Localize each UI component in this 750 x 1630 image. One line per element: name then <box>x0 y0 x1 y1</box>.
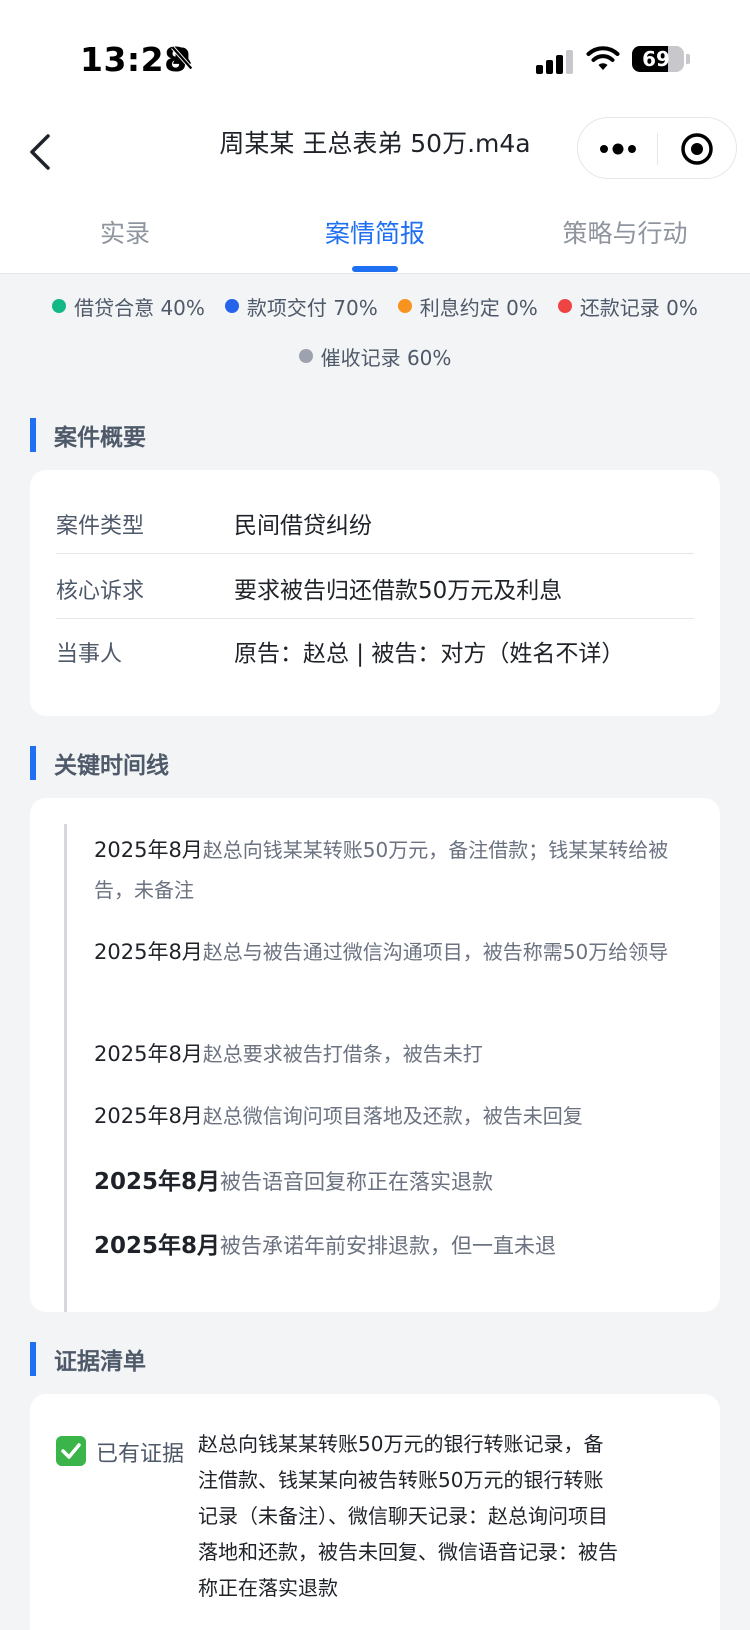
battery-level: 69 <box>642 47 670 71</box>
legend-label: 借贷合意 40% <box>74 295 205 320</box>
legend-item: 利息约定 0% <box>397 292 538 321</box>
section-overview-heading: 案件概要 <box>30 418 146 452</box>
timeline-item: 2025年8月赵总微信询问项目落地及还款，被告未回复 <box>94 1096 674 1136</box>
tab-case-brief[interactable]: 案情简报 <box>250 214 500 250</box>
progress-legend: 借贷合意 40% 款项交付 70% 利息约定 0% 还款记录 0% 催收记录 6… <box>0 292 750 370</box>
battery-nub <box>686 54 690 64</box>
capsule-divider <box>657 133 658 165</box>
legend-label: 催收记录 60% <box>320 345 452 370</box>
tab-indicator <box>352 266 398 272</box>
legend-item: 还款记录 0% <box>557 292 698 321</box>
timeline-item: 2025年8月赵总与被告通过微信沟通项目，被告称需50万给领导 <box>94 932 674 972</box>
section-timeline-heading: 关键时间线 <box>30 746 169 780</box>
legend-dot <box>52 299 67 313</box>
timeline-text: 被告承诺年前安排退款，但一直未退 <box>220 1234 557 1258</box>
legend-dot <box>298 349 313 363</box>
tab-transcript[interactable]: 实录 <box>0 214 250 250</box>
timeline-date: 2025年8月 <box>94 1104 203 1128</box>
overview-card: 案件类型 民间借贷纠纷 核心诉求 要求被告归还借款50万元及利息 当事人 原告：… <box>30 470 720 716</box>
timeline-date: 2025年8月 <box>94 1233 221 1259</box>
tab-strategy[interactable]: 策略与行动 <box>500 214 750 250</box>
signal-icon <box>536 50 573 74</box>
legend-item: 借贷合意 40% <box>52 292 205 321</box>
tab-bar: 实录 案情简报 策略与行动 <box>0 198 750 274</box>
legend-item: 催收记录 60% <box>298 342 452 371</box>
nav-header: 周某某 王总表弟 50万.m4a <box>0 110 750 198</box>
section-title: 关键时间线 <box>54 753 169 779</box>
battery-icon: 69 <box>632 46 684 72</box>
overview-value: 原告：赵总 | 被告：对方（姓名不详） <box>234 641 625 667</box>
overview-label: 案件类型 <box>56 514 145 539</box>
timeline-text: 赵总要求被告打借条，被告未打 <box>202 1042 483 1066</box>
evidence-label: 已有证据 <box>96 1442 185 1467</box>
legend-label: 款项交付 70% <box>246 295 378 320</box>
page-title: 周某某 王总表弟 50万.m4a <box>219 129 531 158</box>
overview-row: 核心诉求 要求被告归还借款50万元及利息 <box>56 555 694 619</box>
timeline-item: 2025年8月被告语音回复称正在落实退款 <box>94 1162 674 1202</box>
target-icon[interactable] <box>680 132 714 166</box>
timeline-card: 2025年8月赵总向钱某某转账50万元，备注借款；钱某某转给被告，未备注 202… <box>30 798 720 1312</box>
overview-row: 当事人 原告：赵总 | 被告：对方（姓名不详） <box>56 618 694 682</box>
overview-label: 当事人 <box>56 642 123 667</box>
legend-row: 催收记录 60% <box>0 342 750 370</box>
check-mark-icon <box>56 1436 86 1466</box>
timeline-line <box>64 824 67 1312</box>
legend-item: 款项交付 70% <box>224 292 378 321</box>
bell-slash-icon <box>171 46 193 70</box>
section-accent-bar <box>30 1342 36 1376</box>
legend-row: 借贷合意 40% 款项交付 70% 利息约定 0% 还款记录 0% <box>0 292 750 320</box>
mini-program-capsule <box>577 117 737 179</box>
section-accent-bar <box>30 418 36 452</box>
wifi-icon <box>586 46 620 70</box>
overview-value: 要求被告归还借款50万元及利息 <box>234 578 563 604</box>
section-evidence-heading: 证据清单 <box>30 1342 146 1376</box>
timeline-date: 2025年8月 <box>94 940 203 964</box>
more-icon[interactable] <box>598 138 638 160</box>
section-title: 证据清单 <box>54 1349 146 1375</box>
timeline-item: 2025年8月赵总向钱某某转账50万元，备注借款；钱某某转给被告，未备注 <box>94 830 674 910</box>
timeline-date: 2025年8月 <box>94 1042 203 1066</box>
timeline-text: 赵总微信询问项目落地及还款，被告未回复 <box>202 1104 583 1128</box>
legend-dot <box>224 299 239 313</box>
overview-label: 核心诉求 <box>56 579 145 604</box>
timeline-text: 被告语音回复称正在落实退款 <box>220 1170 494 1194</box>
legend-label: 利息约定 0% <box>419 295 538 320</box>
legend-dot <box>397 299 412 313</box>
back-icon[interactable] <box>26 128 58 176</box>
evidence-text: 赵总向钱某某转账50万元的银行转账记录，备注借款、钱某某向被告转账50万元的银行… <box>198 1432 618 1600</box>
legend-dot <box>557 299 572 313</box>
section-accent-bar <box>30 746 36 780</box>
timeline-item: 2025年8月赵总要求被告打借条，被告未打 <box>94 1034 674 1074</box>
overview-value: 民间借贷纠纷 <box>234 513 372 539</box>
section-title: 案件概要 <box>54 425 146 451</box>
overview-row: 案件类型 民间借贷纠纷 <box>56 490 694 554</box>
timeline-item: 2025年8月被告承诺年前安排退款，但一直未退 <box>94 1226 674 1266</box>
timeline-date: 2025年8月 <box>94 838 203 862</box>
timeline-text: 赵总与被告通过微信沟通项目，被告称需50万给领导 <box>202 940 669 964</box>
evidence-card: 已有证据 赵总向钱某某转账50万元的银行转账记录，备注借款、钱某某向被告转账50… <box>30 1394 720 1630</box>
legend-label: 还款记录 0% <box>579 295 698 320</box>
status-bar: 13:28 69 <box>0 0 750 110</box>
timeline-date: 2025年8月 <box>94 1169 221 1195</box>
